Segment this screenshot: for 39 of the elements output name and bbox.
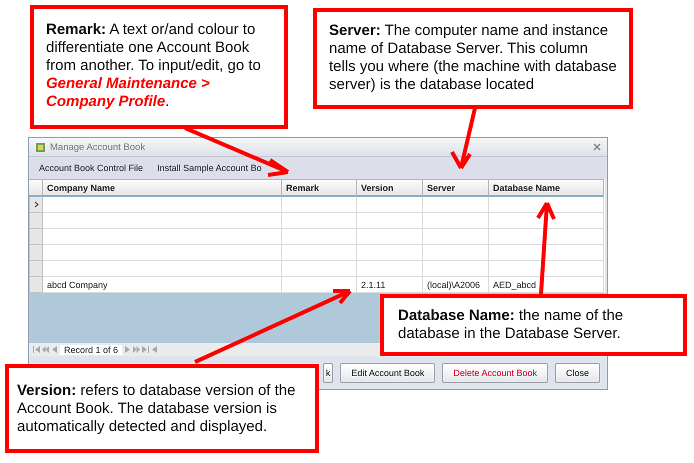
fast-forward-icon[interactable]	[133, 346, 140, 353]
callout-text: Server: The computer name and instance name of Database Server. This column tells you where (the machine with database server) is the database located	[329, 22, 617, 94]
record-counter: Record 1 of 6	[60, 344, 122, 354]
table-cell	[357, 197, 423, 213]
rewind-icon[interactable]	[42, 346, 49, 353]
window-title: Manage Account Book	[50, 142, 146, 152]
current-row-icon	[34, 201, 38, 208]
row-header[interactable]	[29, 197, 43, 213]
last-icon[interactable]	[142, 346, 150, 353]
table-cell	[423, 245, 489, 261]
column-header[interactable]: Version	[357, 179, 423, 197]
corner-header	[29, 179, 43, 197]
callout-text: Database Name: the name of the database in the Database Server.	[398, 307, 624, 343]
column-header[interactable]: Company Name	[43, 179, 282, 197]
table-cell	[423, 197, 489, 213]
table-cell	[423, 261, 489, 277]
callout-text: Remark: A text or/and colour to differentiate one Account Book from another. To input/edit, go to General Maintenance > Company Profile.	[46, 21, 262, 111]
table-cell	[357, 213, 423, 229]
callout-text: Version: refers to database version of the Account Book. The database version is automatically detected and displayed.	[17, 382, 296, 436]
next-icon[interactable]	[124, 346, 132, 353]
action-button[interactable]: k	[322, 362, 334, 382]
column-header[interactable]: Remark	[282, 179, 357, 197]
table-cell	[357, 245, 423, 261]
first-icon[interactable]	[33, 346, 40, 353]
column-header[interactable]: Database Name	[489, 179, 604, 197]
book-icon	[35, 142, 46, 152]
table-cell	[423, 229, 489, 245]
scroll-left-icon[interactable]	[151, 346, 158, 353]
menu-item[interactable]: Install Sample Account Bo	[157, 163, 262, 173]
table-cell	[357, 261, 423, 277]
column-header[interactable]: Server	[423, 179, 489, 197]
action-button[interactable]: Edit Account Book	[340, 362, 436, 382]
action-button[interactable]: Close	[554, 362, 600, 382]
close-icon[interactable]	[593, 143, 601, 151]
previous-icon[interactable]	[51, 346, 58, 353]
delete-button[interactable]: Delete Account Book	[442, 362, 548, 382]
table-cell	[357, 229, 423, 245]
menu-item[interactable]: Account Book Control File	[39, 163, 144, 173]
table-cell	[423, 213, 489, 229]
